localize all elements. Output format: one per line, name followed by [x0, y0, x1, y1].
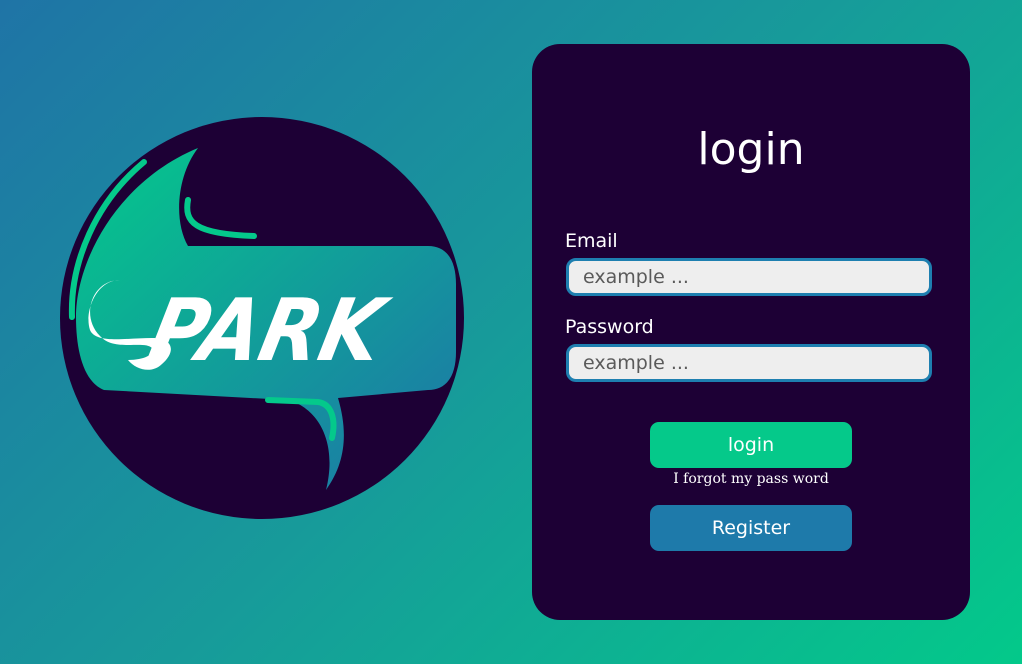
login-title: login — [697, 124, 805, 175]
register-button[interactable]: Register — [650, 505, 852, 551]
email-label: Email — [565, 230, 618, 252]
spark-logo: PARK — [56, 112, 468, 524]
password-label: Password — [565, 316, 654, 338]
logo-brand-text: PARK — [141, 280, 397, 381]
spark-logo-icon: PARK — [60, 117, 464, 519]
forgot-password-link[interactable]: I forgot my pass word — [650, 471, 852, 487]
password-field[interactable] — [566, 344, 932, 382]
email-field[interactable] — [566, 258, 932, 296]
login-button[interactable]: login — [650, 422, 852, 468]
